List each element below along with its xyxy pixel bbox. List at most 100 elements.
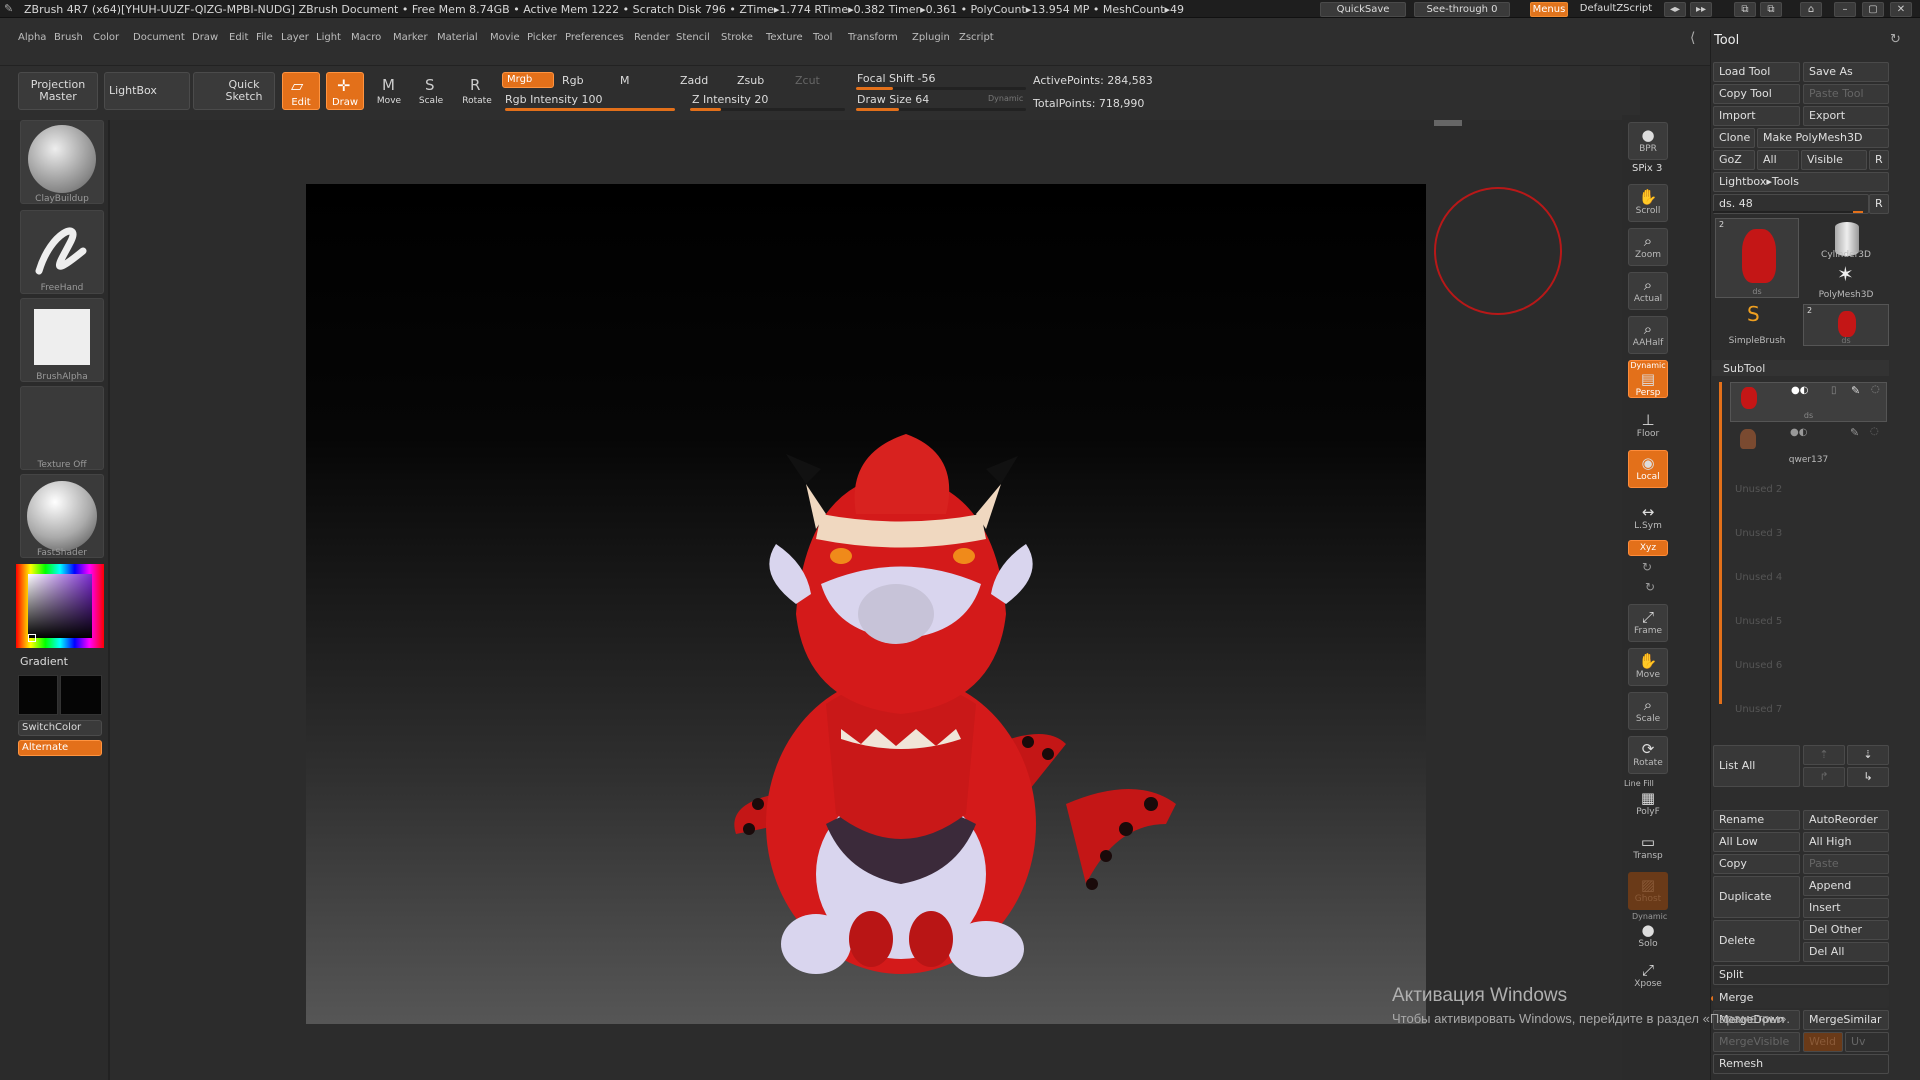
tool-r-button[interactable]: R: [1869, 194, 1889, 214]
minimize-icon[interactable]: –: [1834, 2, 1856, 17]
goz-visible-button[interactable]: Visible: [1801, 150, 1867, 170]
solo-button[interactable]: ● Solo: [1628, 918, 1668, 956]
goz-all-button[interactable]: All: [1757, 150, 1799, 170]
subtool-slot[interactable]: Unused 3: [1735, 528, 1782, 539]
back-arrow-icon[interactable]: ⟨: [1690, 30, 1695, 46]
menu-zplugin[interactable]: Zplugin: [912, 32, 950, 43]
subtool-eye-icon[interactable]: ◌: [1871, 384, 1880, 395]
menu-material[interactable]: Material: [437, 32, 478, 43]
subtool-slot[interactable]: Unused 2: [1735, 484, 1782, 495]
zadd-button[interactable]: Zadd: [680, 74, 708, 87]
goz-button[interactable]: GoZ: [1713, 150, 1755, 170]
menu-document[interactable]: Document: [133, 32, 185, 43]
menu-stroke[interactable]: Stroke: [721, 32, 753, 43]
subtool-polypaint-icon[interactable]: ▯: [1831, 385, 1837, 396]
uv-toggle[interactable]: Uv: [1845, 1032, 1889, 1052]
polyf-button[interactable]: ▦ PolyF: [1628, 786, 1668, 824]
reset-icon[interactable]: ↻: [1890, 32, 1901, 47]
move-next-icon[interactable]: ↳: [1847, 767, 1889, 787]
projection-master-button[interactable]: Projection Master: [18, 72, 98, 110]
alpha-thumbnail[interactable]: [20, 298, 104, 382]
quicksave-button[interactable]: QuickSave: [1320, 2, 1406, 17]
z-intensity-slider[interactable]: [690, 108, 845, 111]
menu-light[interactable]: Light: [316, 32, 341, 43]
color-picker[interactable]: [16, 564, 104, 648]
rotate-y-icon[interactable]: ↻: [1642, 560, 1652, 574]
stroke-thumbnail[interactable]: [20, 210, 104, 294]
switchcolor-button[interactable]: SwitchColor: [18, 720, 102, 736]
transp-button[interactable]: ▭ Transp: [1628, 830, 1668, 868]
menu-color[interactable]: Color: [93, 32, 119, 43]
bpr-button[interactable]: ● BPR: [1628, 122, 1668, 160]
tool-thumb-ds[interactable]: 2 ds: [1715, 218, 1799, 298]
menu-marker[interactable]: Marker: [393, 32, 428, 43]
subtool-visibility-icon[interactable]: ●◐: [1791, 385, 1808, 396]
actual-button[interactable]: ⌕ Actual: [1628, 272, 1668, 310]
local-button[interactable]: ◉ Local: [1628, 450, 1668, 488]
layout-right-icon[interactable]: ▸▸: [1690, 2, 1712, 17]
append-button[interactable]: Append: [1803, 876, 1889, 896]
subtool-visibility-icon[interactable]: ●◐: [1790, 427, 1807, 438]
menu-file[interactable]: File: [256, 32, 273, 43]
draw-size-slider[interactable]: [856, 108, 1026, 111]
move-prev-icon[interactable]: ↱: [1803, 767, 1845, 787]
mergesimilar-button[interactable]: MergeSimilar: [1803, 1010, 1889, 1030]
see-through-slider[interactable]: See-through 0: [1414, 2, 1510, 17]
all-high-button[interactable]: All High: [1803, 832, 1889, 852]
delete-button[interactable]: Delete: [1713, 920, 1800, 962]
secondary-color-swatch[interactable]: [60, 675, 102, 715]
goz-r-button[interactable]: R: [1869, 150, 1889, 170]
subtool-row-ds[interactable]: ●◐ ▯ ✎ ◌ ds: [1730, 382, 1887, 422]
menu-preferences[interactable]: Preferences: [565, 32, 624, 43]
floor-button[interactable]: ⊥ Floor: [1628, 408, 1668, 446]
rgb-button[interactable]: Rgb: [562, 74, 584, 87]
move-view-button[interactable]: ✋ Move: [1628, 648, 1668, 686]
subtool-slot[interactable]: Unused 4: [1735, 572, 1782, 583]
focal-shift-slider[interactable]: [856, 87, 1026, 90]
menus-button[interactable]: Menus: [1530, 2, 1568, 17]
texture-thumbnail[interactable]: [20, 386, 104, 470]
rgb-intensity-slider[interactable]: [505, 108, 675, 111]
menu-picker[interactable]: Picker: [527, 32, 557, 43]
export-button[interactable]: Export: [1803, 106, 1889, 126]
menu-brush[interactable]: Brush: [54, 32, 83, 43]
frame-button[interactable]: ⤢ Frame: [1628, 604, 1668, 642]
menu-macro[interactable]: Macro: [351, 32, 381, 43]
zsub-button[interactable]: Zsub: [737, 74, 764, 87]
scroll-button[interactable]: ✋ Scroll: [1628, 184, 1668, 222]
menu-alpha[interactable]: Alpha: [18, 32, 46, 43]
tool-thumb-ds-2[interactable]: 2 ds: [1803, 304, 1889, 346]
quick-sketch-button[interactable]: Quick Sketch: [193, 72, 275, 110]
default-zscript-button[interactable]: DefaultZScript: [1572, 2, 1660, 17]
paste-subtool-button[interactable]: Paste: [1803, 854, 1889, 874]
save-as-button[interactable]: Save As: [1803, 62, 1889, 82]
subtool-scrollbar[interactable]: [1719, 382, 1722, 704]
layout-left-icon[interactable]: ◂▸: [1664, 2, 1686, 17]
clone-button[interactable]: Clone: [1713, 128, 1755, 148]
layout-icon[interactable]: ⧉: [1760, 2, 1782, 17]
help-icon[interactable]: ⧉: [1734, 2, 1756, 17]
menu-movie[interactable]: Movie: [490, 32, 520, 43]
subtool-eye-icon[interactable]: ◌: [1870, 426, 1879, 437]
import-button[interactable]: Import: [1713, 106, 1800, 126]
zoom-button[interactable]: ⌕ Zoom: [1628, 228, 1668, 266]
scale-view-button[interactable]: ⌕ Scale: [1628, 692, 1668, 730]
persp-button[interactable]: Dynamic ▤ Persp: [1628, 360, 1668, 398]
rotate-view-button[interactable]: ⟳ Rotate: [1628, 736, 1668, 774]
menu-render[interactable]: Render: [634, 32, 670, 43]
copy-tool-button[interactable]: Copy Tool: [1713, 84, 1800, 104]
aahalf-button[interactable]: ⌕ AAHalf: [1628, 316, 1668, 354]
color-square[interactable]: [28, 574, 92, 638]
xyz-button[interactable]: Xyz: [1628, 540, 1668, 556]
split-section[interactable]: Split: [1713, 965, 1889, 985]
m-button[interactable]: M: [620, 74, 630, 87]
menu-tool[interactable]: Tool: [813, 32, 832, 43]
menu-layer[interactable]: Layer: [281, 32, 309, 43]
tool-thumb-polymesh3d[interactable]: ✶ PolyMesh3D: [1803, 262, 1889, 302]
dynamic-toggle[interactable]: Dynamic: [988, 94, 1023, 103]
move-down-icon[interactable]: ⇣: [1847, 745, 1889, 765]
insert-button[interactable]: Insert: [1803, 898, 1889, 918]
menu-zscript[interactable]: Zscript: [959, 32, 994, 43]
subtool-row-qwer137[interactable]: ●◐ ✎ ◌ qwer137: [1730, 425, 1887, 467]
menu-edit[interactable]: Edit: [229, 32, 248, 43]
